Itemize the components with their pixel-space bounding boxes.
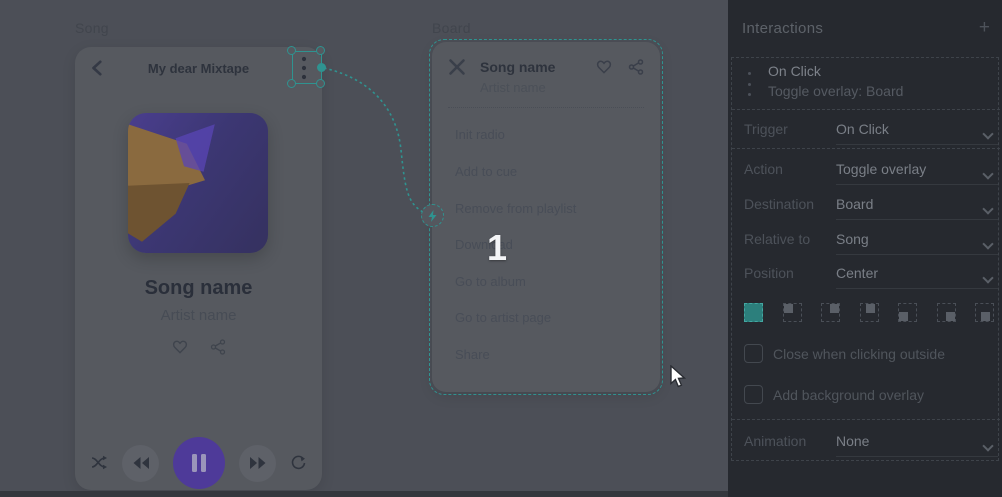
close-outside-checkbox[interactable] xyxy=(744,344,763,363)
album-art xyxy=(128,113,268,253)
destination-row: Destination Board xyxy=(732,191,1000,219)
kebab-menu-icon[interactable] xyxy=(300,56,308,80)
song-frame[interactable]: My dear Mixtape Song name Artist name xyxy=(75,47,322,490)
board-song-title: Song name xyxy=(480,59,555,75)
position-option-top-right-icon[interactable] xyxy=(821,303,840,322)
trigger-select[interactable]: On Click xyxy=(836,121,998,145)
position-option-top-left-icon[interactable] xyxy=(783,303,802,322)
animation-select[interactable]: None xyxy=(836,433,998,457)
interactions-panel: Interactions + On Click Toggle overlay: … xyxy=(728,0,1002,497)
chevron-down-icon xyxy=(982,238,993,249)
song-frame-label[interactable]: Song xyxy=(75,20,109,36)
position-option-bottom-center-icon[interactable] xyxy=(975,303,994,322)
repeat-icon[interactable] xyxy=(290,454,307,472)
action-row: Action Toggle overlay xyxy=(732,156,1000,184)
heart-icon[interactable] xyxy=(596,59,612,75)
design-canvas[interactable]: Song My dear Mixtape Song name Artist na… xyxy=(0,0,728,497)
relative-to-select[interactable]: Song xyxy=(836,231,998,255)
player-controls xyxy=(75,437,322,489)
rewind-icon xyxy=(132,456,150,470)
chevron-down-icon xyxy=(982,203,993,214)
relative-to-label: Relative to xyxy=(744,231,810,247)
close-outside-option: Close when clicking outside xyxy=(744,344,994,364)
position-option-top-center-icon[interactable] xyxy=(860,303,879,322)
board-artist-name: Artist name xyxy=(480,80,546,95)
selection-handle[interactable] xyxy=(316,46,325,55)
destination-label: Destination xyxy=(744,196,814,212)
animation-label: Animation xyxy=(744,433,806,449)
interaction-event-summary: Toggle overlay: Board xyxy=(768,83,903,99)
chevron-down-icon xyxy=(982,440,993,451)
divider xyxy=(732,148,1000,149)
wire-target-node[interactable] xyxy=(421,204,444,227)
panel-title: Interactions xyxy=(742,20,823,37)
close-outside-label: Close when clicking outside xyxy=(773,346,945,362)
background-overlay-checkbox[interactable] xyxy=(744,385,763,404)
app-window: Song My dear Mixtape Song name Artist na… xyxy=(0,0,1002,497)
board-frame[interactable]: Song name Artist name Init radio Add to … xyxy=(432,42,660,392)
trigger-row: Trigger On Click xyxy=(732,116,1000,144)
forward-button[interactable] xyxy=(239,445,276,482)
relative-to-row: Relative to Song xyxy=(732,226,1000,254)
position-select[interactable]: Center xyxy=(836,265,998,289)
playlist-title: My dear Mixtape xyxy=(75,61,322,76)
overlay-count-badge: 1 xyxy=(487,227,507,269)
divider xyxy=(732,419,1000,420)
interaction-event-title: On Click xyxy=(768,63,821,79)
rewind-button[interactable] xyxy=(122,445,159,482)
selection-handle[interactable] xyxy=(287,46,296,55)
close-icon[interactable] xyxy=(448,58,466,76)
position-option-center-icon[interactable] xyxy=(744,303,763,322)
lightning-icon xyxy=(428,210,437,222)
background-overlay-option: Add background overlay xyxy=(744,385,994,405)
position-option-bottom-right-icon[interactable] xyxy=(937,303,956,322)
add-interaction-button[interactable]: + xyxy=(979,17,990,39)
position-label: Position xyxy=(744,265,794,281)
heart-icon[interactable] xyxy=(172,339,188,355)
background-overlay-label: Add background overlay xyxy=(773,387,924,403)
wire-origin-handle[interactable] xyxy=(317,63,326,72)
animation-row: Animation None xyxy=(732,428,1000,456)
chevron-down-icon xyxy=(982,272,993,283)
shuffle-icon[interactable] xyxy=(90,454,108,472)
menu-item-share[interactable]: Share xyxy=(455,347,490,362)
pause-icon xyxy=(190,453,208,473)
trigger-label: Trigger xyxy=(744,121,788,137)
menu-divider xyxy=(448,107,644,108)
drag-handle-icon[interactable] xyxy=(748,72,752,96)
song-title: Song name xyxy=(75,277,322,300)
fast-forward-icon xyxy=(249,456,267,470)
action-label: Action xyxy=(744,161,783,177)
selection-handle[interactable] xyxy=(287,79,296,88)
pause-button[interactable] xyxy=(173,437,225,489)
chevron-down-icon xyxy=(982,128,993,139)
position-row: Position Center xyxy=(732,260,1000,288)
artist-name: Artist name xyxy=(75,307,322,324)
menu-item-go-to-artist-page[interactable]: Go to artist page xyxy=(455,310,551,325)
interaction-card[interactable]: On Click Toggle overlay: Board Trigger O… xyxy=(731,57,999,461)
divider xyxy=(732,109,1000,110)
mouse-cursor xyxy=(670,365,687,389)
share-icon[interactable] xyxy=(210,339,226,355)
canvas-bottom-bar xyxy=(0,491,728,497)
selection-handle[interactable] xyxy=(316,79,325,88)
destination-select[interactable]: Board xyxy=(836,196,998,220)
menu-item-add-to-cue[interactable]: Add to cue xyxy=(455,164,517,179)
action-select[interactable]: Toggle overlay xyxy=(836,161,998,185)
menu-item-remove-from-playlist[interactable]: Remove from playlist xyxy=(455,201,576,216)
menu-item-init-radio[interactable]: Init radio xyxy=(455,127,505,142)
board-frame-label[interactable]: Board xyxy=(432,20,471,36)
chevron-down-icon xyxy=(982,168,993,179)
position-options xyxy=(744,303,994,322)
share-icon[interactable] xyxy=(628,59,644,75)
position-option-bottom-left-icon[interactable] xyxy=(898,303,917,322)
menu-item-go-to-album[interactable]: Go to album xyxy=(455,274,526,289)
